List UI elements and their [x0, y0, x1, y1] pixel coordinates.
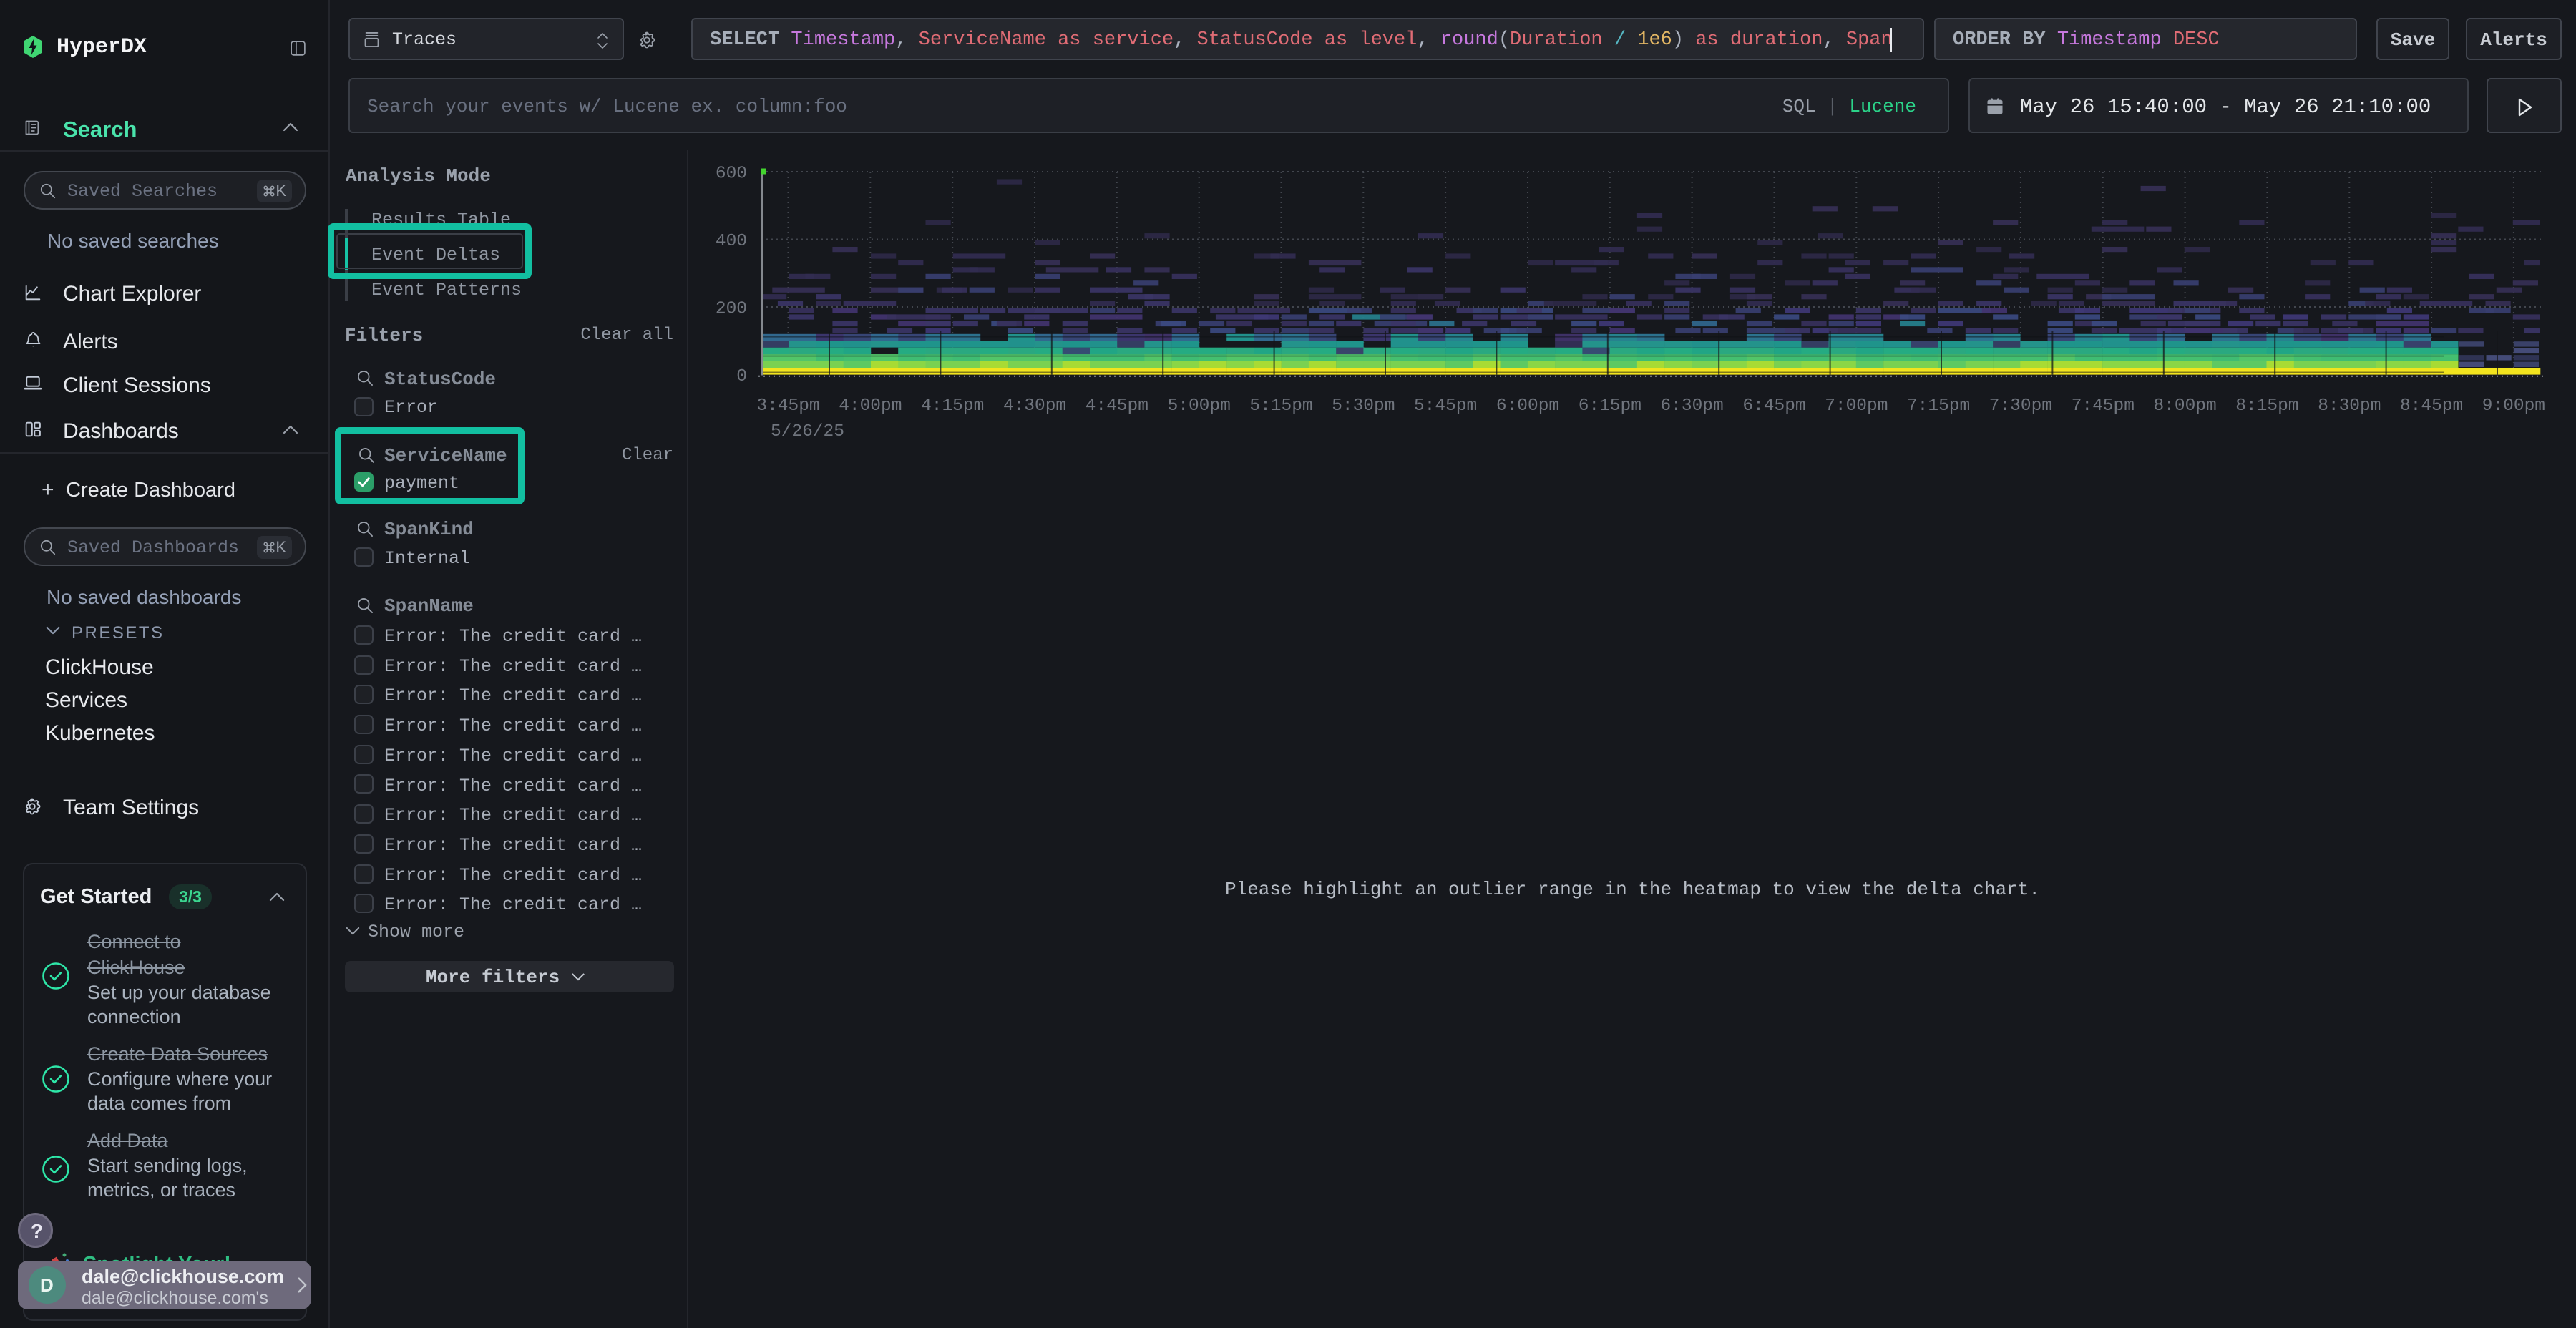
svg-text:5:45pm: 5:45pm — [1414, 396, 1477, 416]
svg-text:6:30pm: 6:30pm — [1660, 396, 1723, 416]
svg-text:8:15pm: 8:15pm — [2235, 396, 2298, 416]
svg-text:4:45pm: 4:45pm — [1085, 396, 1148, 416]
svg-text:9:00pm: 9:00pm — [2482, 396, 2545, 416]
svg-text:7:45pm: 7:45pm — [2072, 396, 2135, 416]
svg-text:4:00pm: 4:00pm — [839, 396, 902, 416]
svg-text:7:00pm: 7:00pm — [1825, 396, 1888, 416]
svg-text:600: 600 — [716, 165, 747, 184]
svg-text:5:00pm: 5:00pm — [1168, 396, 1231, 416]
svg-text:4:15pm: 4:15pm — [921, 396, 984, 416]
svg-text:3:45pm: 3:45pm — [756, 396, 819, 416]
svg-text:7:15pm: 7:15pm — [1907, 396, 1970, 416]
svg-text:200: 200 — [716, 300, 747, 319]
svg-text:6:00pm: 6:00pm — [1496, 396, 1559, 416]
svg-text:4:30pm: 4:30pm — [1003, 396, 1066, 416]
svg-text:6:15pm: 6:15pm — [1579, 396, 1641, 416]
svg-text:8:00pm: 8:00pm — [2153, 396, 2216, 416]
svg-text:7:30pm: 7:30pm — [1989, 396, 2052, 416]
svg-text:8:45pm: 8:45pm — [2400, 396, 2463, 416]
svg-text:5/26/25: 5/26/25 — [771, 422, 844, 441]
svg-text:5:15pm: 5:15pm — [1249, 396, 1312, 416]
svg-text:6:45pm: 6:45pm — [1742, 396, 1805, 416]
svg-text:8:30pm: 8:30pm — [2318, 396, 2381, 416]
svg-text:5:30pm: 5:30pm — [1332, 396, 1395, 416]
svg-text:0: 0 — [736, 367, 747, 386]
svg-text:400: 400 — [716, 232, 747, 251]
